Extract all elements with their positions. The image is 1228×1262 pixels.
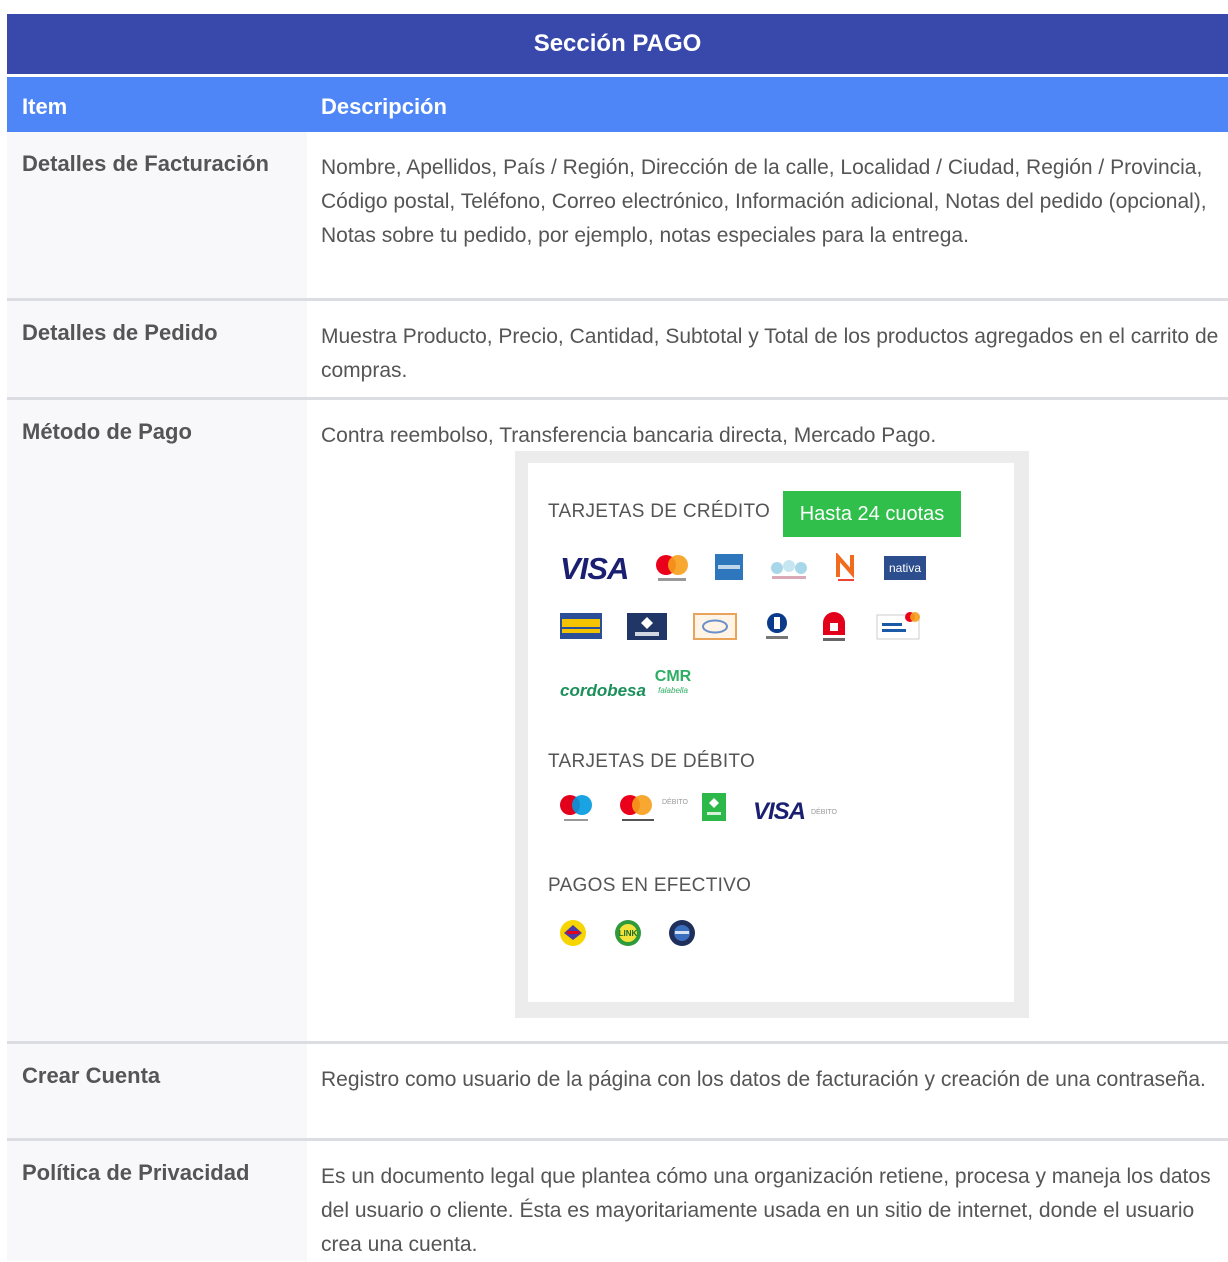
table-row: Detalles de Facturación Nombre, Apellido… [7,132,1228,298]
mastercard-logo [656,555,688,581]
mastercard-debit-logo [620,795,654,821]
mastercard-debit-label: DÉBITO [662,799,688,806]
pago-facil-logo [560,920,586,946]
nativa-logo: nativa [884,556,926,580]
cabal-debit-logo [702,793,726,821]
credit-cards-title: TARJETAS DE CRÉDITO [548,501,771,522]
description-cell: Nombre, Apellidos, País / Región, Direcc… [321,156,1207,247]
cmr-logo: CMR falabella [653,668,693,696]
item-label: Política de Privacidad [22,1160,250,1185]
item-label: Detalles de Pedido [22,320,218,345]
rapipago-logo [669,920,695,946]
payment-methods-panel: TARJETAS DE CRÉDITO Hasta 24 cuotas VISA… [528,463,1014,1002]
item-cell: Detalles de Facturación [7,132,307,298]
cash-payments-title: PAGOS EN EFECTIVO [548,875,752,896]
description-cell: Contra reembolso, Transferencia bancaria… [321,424,937,447]
description-cell: Es un documento legal que plantea cómo u… [321,1165,1211,1256]
section-title-text: Sección PAGO [533,30,702,57]
installments-badge: Hasta 24 cuotas [783,491,961,537]
description-cell: Registro como usuario de la página con l… [321,1068,1206,1091]
debit-cards-title: TARJETAS DE DÉBITO [548,751,756,772]
argenta-logo [823,612,845,641]
maestro-logo [560,795,592,821]
link-logo-text: LINK [619,929,638,938]
diners-club-logo [766,613,788,639]
table-row: Detalles de Pedido Muestra Producto, Pre… [7,301,1228,397]
cordobesa-logo: cordobesa [560,681,646,700]
item-cell: Política de Privacidad [7,1141,307,1261]
payment-methods-image: TARJETAS DE CRÉDITO Hasta 24 cuotas VISA… [515,451,1029,1018]
table-row: Política de Privacidad Es un documento l… [7,1141,1228,1261]
cmr-subtext: falabella [658,686,688,695]
walmart-logo [876,612,920,640]
item-cell: Método de Pago [7,400,307,1041]
description-cell: Muestra Producto, Precio, Cantidad, Subt… [321,325,1219,382]
amex-logo [715,554,743,580]
item-label: Detalles de Facturación [22,151,269,176]
cabal-logo [627,613,667,640]
argencard-logo [693,613,737,640]
tarjeta-shopping-logo [560,613,602,639]
diners-logo [771,560,807,579]
item-label: Crear Cuenta [22,1063,161,1088]
table-row: Crear Cuenta Registro como usuario de la… [7,1044,1228,1138]
link-logo: LINK [615,920,641,946]
visa-logo: VISA [560,551,629,586]
section-title: Sección PAGO [7,14,1228,74]
visa-debit-label: DÉBITO [811,809,837,816]
item-cell: Crear Cuenta [7,1044,307,1138]
header-description: Descripción [321,94,447,119]
header-item: Item [22,94,68,119]
table-header: Item Descripción [7,77,1228,132]
item-label: Método de Pago [22,419,192,444]
naranja-logo [836,553,854,581]
cmr-text: CMR [654,668,692,685]
page: Sección PAGO Item Descripción Detalles d… [0,0,1228,1261]
visa-debit-logo: VISA [753,798,806,825]
item-cell: Detalles de Pedido [7,301,307,397]
